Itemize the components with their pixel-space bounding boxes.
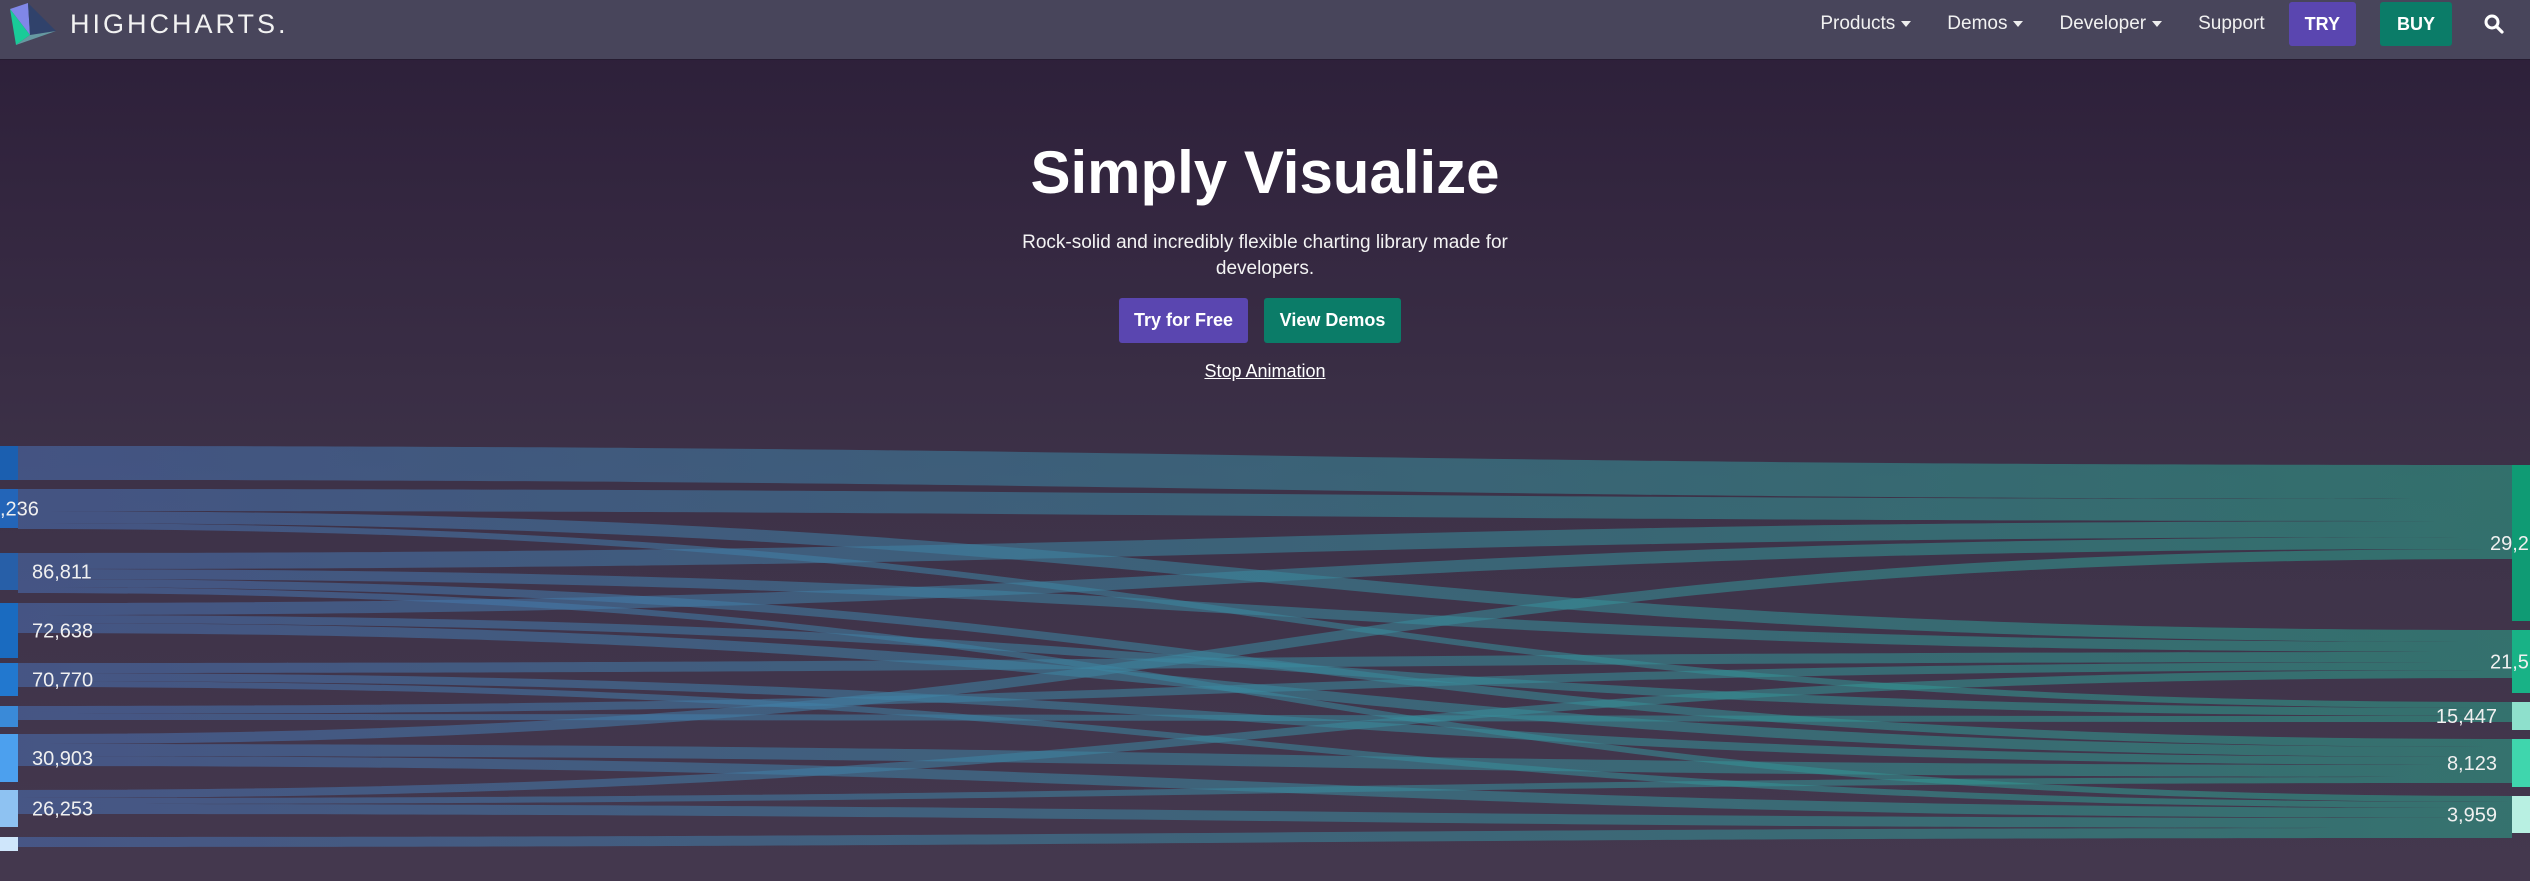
sankey-chart: ,236 86,811 72,638 70,770 30,903 26,253 29,2 21… <box>0 446 2530 851</box>
sankey-node-label: 15,447 <box>2436 706 2497 728</box>
sankey-node-left <box>0 837 18 851</box>
sankey-node-right <box>2512 702 2530 730</box>
sankey-node-left <box>0 663 18 696</box>
sankey-node-label: 70,770 <box>32 670 93 692</box>
view-demos-button[interactable]: View Demos <box>1264 298 1401 343</box>
hero-title: Simply Visualize <box>1030 139 1500 206</box>
nav-developer-label: Developer <box>2059 13 2147 34</box>
chevron-down-icon <box>1901 21 1912 27</box>
sankey-node-left <box>0 790 18 827</box>
sankey-node-label: 21,5 <box>2490 652 2529 674</box>
try-button[interactable]: TRY <box>2288 2 2356 46</box>
sankey-node-left <box>0 734 18 782</box>
nav-support[interactable]: Support <box>2198 13 2265 35</box>
nav-demos[interactable]: Demos <box>1947 13 2024 35</box>
sankey-node-label: 8,123 <box>2447 753 2497 775</box>
sankey-node-right <box>2512 796 2530 833</box>
sankey-node-label: 30,903 <box>32 748 93 770</box>
sankey-node-left <box>0 553 18 590</box>
nav-support-label: Support <box>2198 13 2265 34</box>
sankey-node-label: ,236 <box>0 499 39 521</box>
sankey-node-label: 72,638 <box>32 621 93 643</box>
top-navbar: HIGHCHARTS. Products Demos Developer Sup… <box>0 0 2530 59</box>
sankey-node-label: 29,2 <box>2490 533 2529 555</box>
sankey-node-label: 26,253 <box>32 799 93 821</box>
buy-button[interactable]: BUY <box>2379 2 2452 46</box>
sankey-node-right <box>2512 739 2530 787</box>
try-for-free-button[interactable]: Try for Free <box>1119 298 1248 343</box>
hero-subtitle: Rock-solid and incredibly flexible chart… <box>1022 232 1508 279</box>
stop-animation-link[interactable]: Stop Animation <box>0 361 2530 382</box>
search-icon[interactable] <box>2482 12 2506 36</box>
sankey-node-left <box>0 603 18 658</box>
chevron-down-icon <box>2152 21 2163 27</box>
logo-text: HIGHCHARTS. <box>70 8 289 39</box>
nav-products[interactable]: Products <box>1820 13 1912 35</box>
sankey-node-left <box>0 706 18 727</box>
main-nav: Products Demos Developer Support TRY BUY <box>1820 0 2530 48</box>
nav-products-label: Products <box>1820 13 1896 34</box>
chevron-down-icon <box>2013 21 2024 27</box>
sankey-links <box>18 446 2512 847</box>
logo[interactable]: HIGHCHARTS. <box>8 0 289 48</box>
sankey-node-left <box>0 446 18 480</box>
sankey-link <box>18 714 2512 722</box>
stop-animation-label: Stop Animation <box>1204 361 1326 381</box>
sankey-link <box>18 828 2512 847</box>
nav-demos-label: Demos <box>1947 13 2008 34</box>
highcharts-logo-icon <box>10 3 56 45</box>
sankey-node-label: 86,811 <box>32 562 92 584</box>
sankey-node-label: 3,959 <box>2447 805 2497 827</box>
nav-developer[interactable]: Developer <box>2059 13 2163 35</box>
